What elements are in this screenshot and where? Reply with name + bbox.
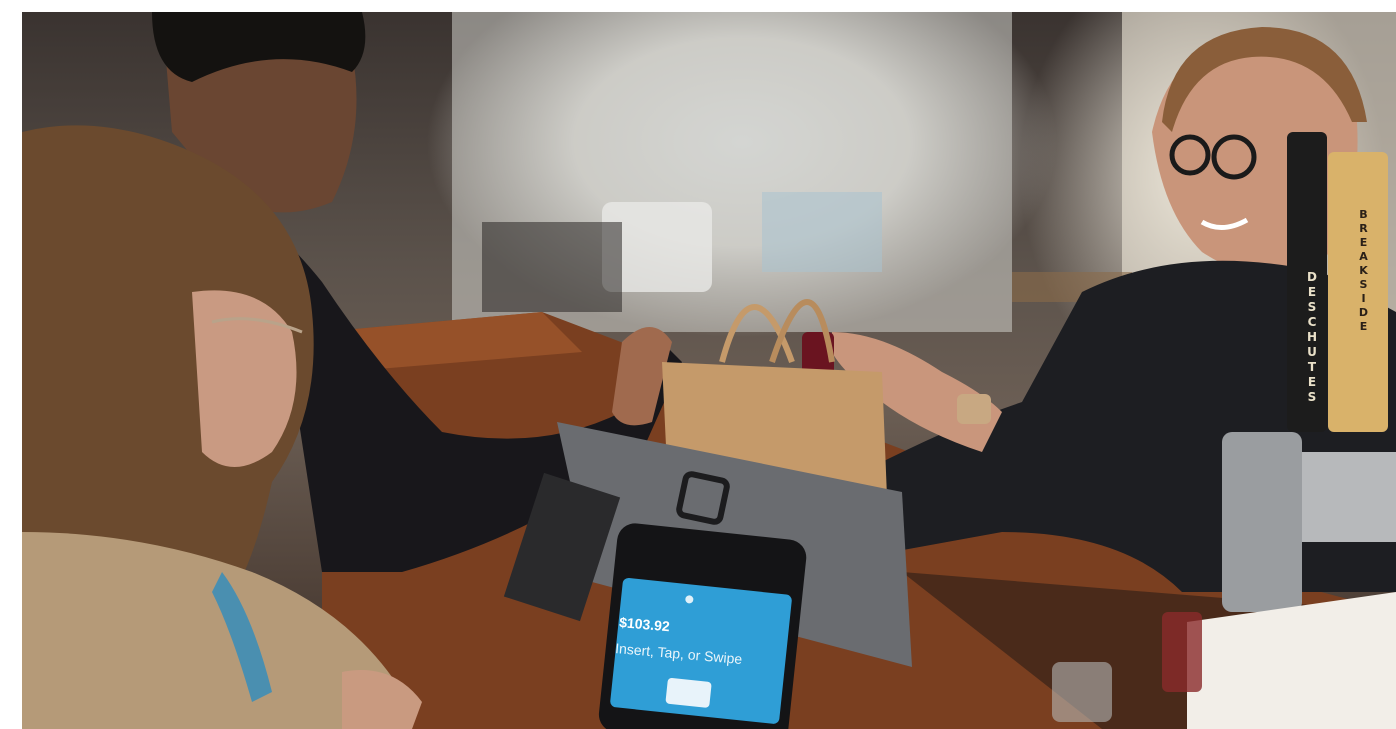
tap-faucets <box>1302 452 1396 542</box>
back-bar-bottles <box>762 192 882 272</box>
drinking-glass <box>1052 662 1112 722</box>
espresso-machine <box>482 222 622 312</box>
scene-graphics <box>22 12 1396 729</box>
tap-label-breakside: BREAKSIDE <box>1357 208 1370 334</box>
tap-tower <box>1222 432 1302 612</box>
photo-scene: $103.92 Insert, Tap, or Swipe DESCHUTES … <box>22 12 1396 729</box>
red-drink-glass <box>1162 612 1202 692</box>
barista-wristwatch <box>957 394 991 424</box>
tap-label-deschutes: DESCHUTES <box>1305 270 1319 405</box>
card-reader-button <box>665 677 712 708</box>
